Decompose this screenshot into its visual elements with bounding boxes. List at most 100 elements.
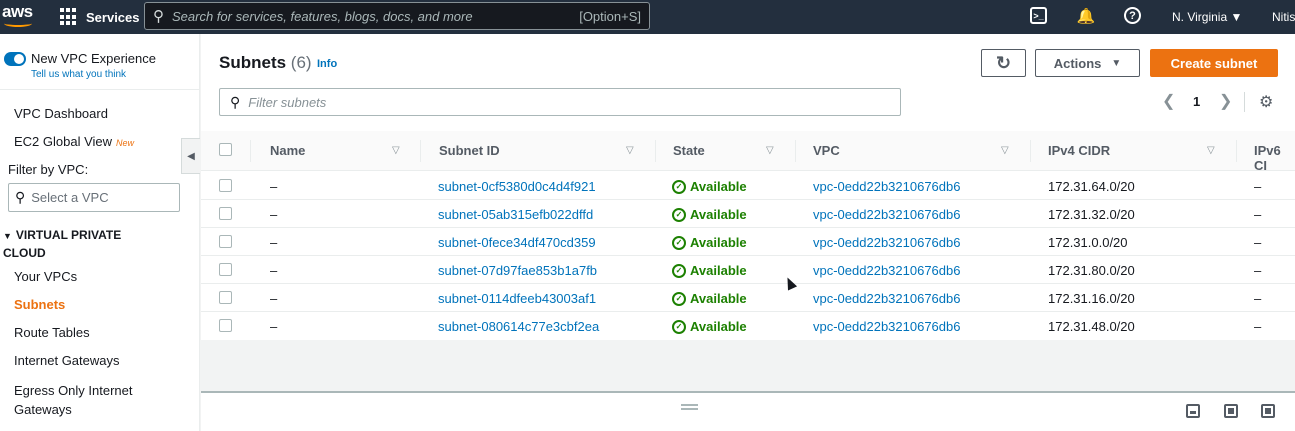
- column-header-state[interactable]: State: [673, 143, 705, 158]
- select-all-checkbox[interactable]: [219, 143, 232, 156]
- cell-name: –: [270, 263, 278, 278]
- column-header-name[interactable]: Name: [270, 143, 305, 158]
- cell-subnet-id-link[interactable]: subnet-05ab315efb022dffd: [438, 207, 593, 222]
- row-checkbox[interactable]: [219, 207, 232, 220]
- state-text: Available: [690, 319, 747, 334]
- cell-state: ✓ Available: [672, 179, 747, 194]
- sidebar-item-subnets[interactable]: Subnets: [14, 297, 65, 312]
- cell-vpc-link[interactable]: vpc-0edd22b3210676db6: [813, 319, 960, 334]
- new-vpc-experience-toggle[interactable]: [4, 51, 26, 66]
- sort-icon[interactable]: ▽: [626, 145, 634, 156]
- check-circle-icon: ✓: [672, 207, 686, 222]
- page-title-text: Subnets: [219, 53, 287, 72]
- sidebar-item-your-vpcs[interactable]: Your VPCs: [14, 269, 77, 284]
- column-divider[interactable]: [420, 140, 421, 162]
- gear-icon[interactable]: ⚙: [1259, 92, 1273, 112]
- aws-logo[interactable]: aws: [2, 2, 36, 30]
- column-header-ipv4-cidr[interactable]: IPv4 CIDR: [1048, 143, 1110, 158]
- cell-subnet-id-link[interactable]: subnet-0cf5380d0c4d4f921: [438, 179, 596, 194]
- sort-icon[interactable]: ▽: [766, 145, 774, 156]
- split-panel-drag-handle[interactable]: [681, 404, 698, 410]
- sidebar-item-ec2-global-view[interactable]: EC2 Global View New: [14, 134, 134, 149]
- vpc-filter-select[interactable]: ⚲ Select a VPC: [8, 183, 180, 212]
- account-menu[interactable]: Nitis: [1272, 0, 1295, 34]
- notifications-bell-icon[interactable]: 🔔: [1076, 6, 1096, 26]
- cell-state: ✓ Available: [672, 207, 747, 222]
- column-divider[interactable]: [655, 140, 656, 162]
- info-link[interactable]: Info: [317, 58, 337, 70]
- sidebar-item-internet-gateways[interactable]: Internet Gateways: [14, 353, 120, 368]
- split-panel-side-icon[interactable]: [1224, 404, 1238, 418]
- split-panel-bottom-icon[interactable]: [1186, 404, 1200, 418]
- cloudshell-icon[interactable]: >_: [1030, 7, 1047, 24]
- create-subnet-button[interactable]: Create subnet: [1150, 49, 1278, 77]
- column-divider[interactable]: [1236, 140, 1237, 162]
- filter-subnets-input[interactable]: [248, 94, 900, 110]
- global-search-input[interactable]: [172, 8, 580, 24]
- section-label: VIRTUAL PRIVATE CLOUD: [3, 228, 122, 260]
- cell-ipv6-cidr: –: [1254, 179, 1262, 194]
- state-text: Available: [690, 263, 747, 278]
- cell-name: –: [270, 235, 278, 250]
- cell-vpc-link[interactable]: vpc-0edd22b3210676db6: [813, 291, 960, 306]
- cell-ipv4-cidr: 172.31.32.0/20: [1048, 207, 1135, 222]
- row-checkbox[interactable]: [219, 235, 232, 248]
- help-icon[interactable]: ?: [1124, 7, 1141, 24]
- state-text: Available: [690, 235, 747, 250]
- state-text: Available: [690, 291, 747, 306]
- cell-subnet-id-link[interactable]: subnet-080614c77e3cbf2ea: [438, 319, 599, 334]
- sidebar-section-virtual-private-cloud[interactable]: ▼ VIRTUAL PRIVATE CLOUD: [3, 227, 133, 262]
- region-selector[interactable]: N. Virginia ▼: [1172, 0, 1242, 34]
- sidebar-item-route-tables[interactable]: Route Tables: [14, 325, 90, 340]
- split-panel-full-icon[interactable]: [1261, 404, 1275, 418]
- filter-subnets-field[interactable]: ⚲: [219, 88, 901, 116]
- row-checkbox[interactable]: [219, 263, 232, 276]
- caret-down-icon: ▼: [3, 231, 12, 241]
- feedback-link[interactable]: Tell us what you think: [31, 69, 126, 80]
- sort-icon[interactable]: ▽: [392, 145, 400, 156]
- global-search-bar[interactable]: ⚲ [Option+S]: [144, 2, 650, 30]
- row-checkbox[interactable]: [219, 179, 232, 192]
- sidebar-collapse-button[interactable]: ◀: [181, 138, 200, 174]
- cell-vpc-link[interactable]: vpc-0edd22b3210676db6: [813, 263, 960, 278]
- services-menu-button[interactable]: Services: [60, 0, 140, 34]
- row-divider: [201, 199, 1295, 200]
- aws-smile-icon: [4, 20, 32, 27]
- column-header-ipv6-cidr[interactable]: IPv6 CI: [1254, 143, 1295, 173]
- cell-name: –: [270, 179, 278, 194]
- row-checkbox[interactable]: [219, 291, 232, 304]
- sidebar-item-egress-only-internet-gateways[interactable]: Egress Only Internet Gateways: [14, 381, 164, 419]
- sort-icon[interactable]: ▽: [1001, 145, 1009, 156]
- cell-vpc-link[interactable]: vpc-0edd22b3210676db6: [813, 179, 960, 194]
- previous-page-icon[interactable]: ❮: [1162, 91, 1175, 111]
- vpc-select-placeholder: Select a VPC: [31, 190, 109, 205]
- cell-ipv4-cidr: 172.31.0.0/20: [1048, 235, 1128, 250]
- sort-icon[interactable]: ▽: [1207, 145, 1215, 156]
- current-page-number[interactable]: 1: [1193, 94, 1200, 109]
- row-checkbox[interactable]: [219, 319, 232, 332]
- cell-subnet-id-link[interactable]: subnet-0114dfeeb43003af1: [438, 291, 596, 306]
- column-header-vpc[interactable]: VPC: [813, 143, 840, 158]
- cell-name: –: [270, 319, 278, 334]
- cell-ipv6-cidr: –: [1254, 207, 1262, 222]
- actions-label: Actions: [1053, 55, 1102, 71]
- search-icon: ⚲: [153, 8, 164, 25]
- next-page-icon[interactable]: ❯: [1219, 91, 1232, 111]
- column-divider[interactable]: [1030, 140, 1031, 162]
- column-divider: [250, 140, 251, 162]
- cell-ipv4-cidr: 172.31.80.0/20: [1048, 263, 1135, 278]
- cell-vpc-link[interactable]: vpc-0edd22b3210676db6: [813, 235, 960, 250]
- column-header-subnet-id[interactable]: Subnet ID: [439, 143, 500, 158]
- state-text: Available: [690, 207, 747, 222]
- cell-subnet-id-link[interactable]: subnet-07d97fae853b1a7fb: [438, 263, 597, 278]
- column-divider[interactable]: [795, 140, 796, 162]
- actions-dropdown-button[interactable]: Actions ▼: [1035, 49, 1140, 77]
- refresh-button[interactable]: ↻: [981, 49, 1026, 77]
- cell-vpc-link[interactable]: vpc-0edd22b3210676db6: [813, 207, 960, 222]
- services-label: Services: [86, 9, 140, 25]
- cell-ipv6-cidr: –: [1254, 235, 1262, 250]
- aws-logo-text: aws: [2, 2, 33, 21]
- cell-subnet-id-link[interactable]: subnet-0fece34df470cd359: [438, 235, 596, 250]
- sidebar-item-vpc-dashboard[interactable]: VPC Dashboard: [14, 106, 108, 121]
- content-background: [201, 340, 1295, 391]
